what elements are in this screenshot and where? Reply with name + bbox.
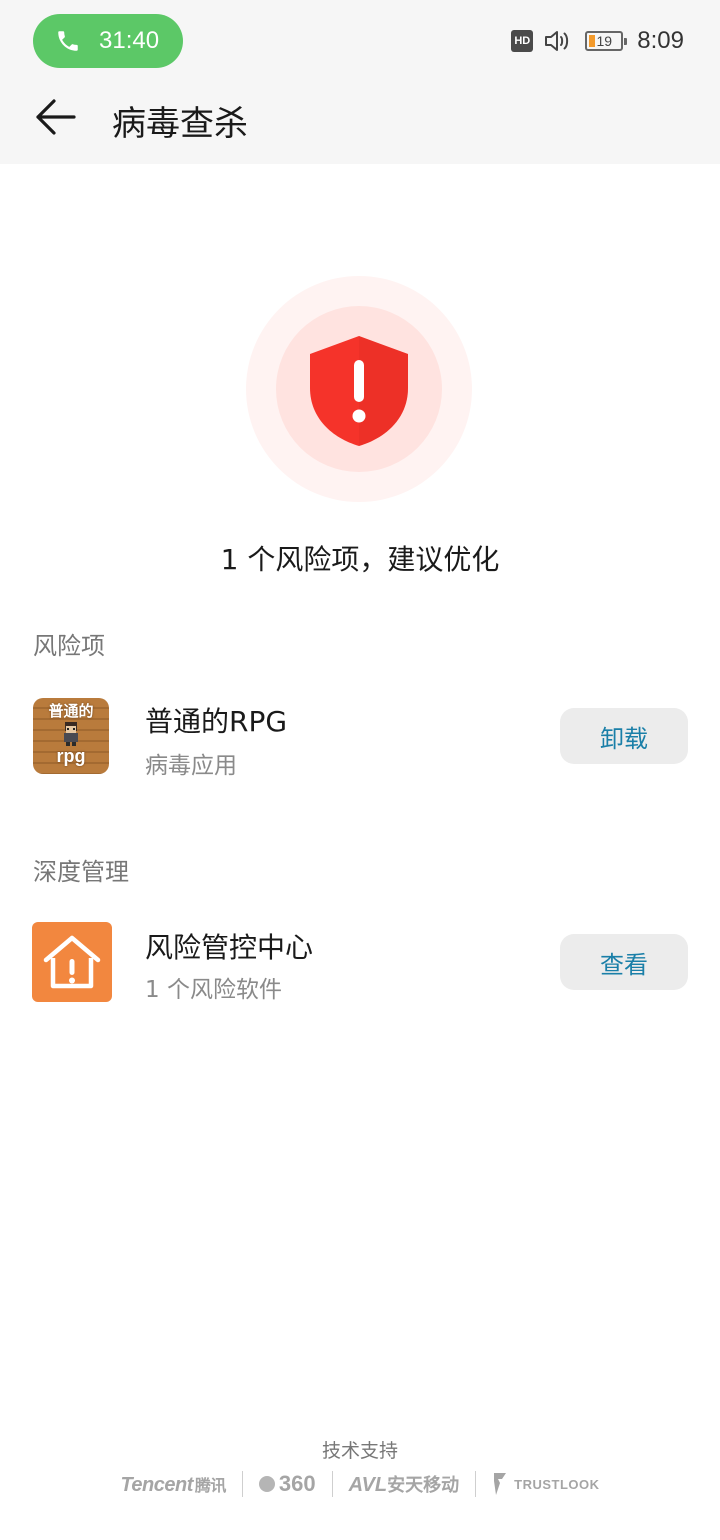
- hd-voice-icon: HD: [511, 30, 534, 52]
- trustlook-logo: TRUSTLOOK: [492, 1471, 599, 1497]
- risk-control-center-subtitle: 1 个风险软件: [145, 977, 282, 1003]
- divider: [475, 1471, 477, 1497]
- ongoing-call-pill[interactable]: 31:40: [33, 14, 183, 68]
- tech-support-label: 技术支持: [321, 1440, 398, 1462]
- scan-summary: 1 个风险项，建议优化: [220, 543, 500, 576]
- app-icon-rpg: 普通的 rpg: [33, 698, 109, 774]
- divider: [241, 1471, 243, 1497]
- risk-control-center-title: 风险管控中心: [145, 931, 314, 964]
- section-title-deep-management: 深度管理: [33, 858, 129, 886]
- phone-icon: [58, 31, 78, 51]
- clock: 8:09: [637, 27, 684, 54]
- back-arrow-icon[interactable]: [34, 98, 76, 136]
- app-icon-text-top: 普通的: [48, 702, 94, 720]
- tencent-logo: Tencent 腾讯: [120, 1473, 226, 1496]
- uninstall-button[interactable]: 卸载: [560, 708, 688, 764]
- divider: [331, 1471, 333, 1497]
- risk-control-center-icon: [32, 922, 112, 1002]
- risk-status-hero: [246, 276, 472, 502]
- risk-app-name: 普通的RPG: [145, 705, 288, 738]
- battery-icon: 19: [585, 31, 628, 51]
- volume-icon: [545, 31, 569, 51]
- logo-360: 360: [258, 1471, 316, 1497]
- app-icon-text-bottom: rpg: [56, 746, 86, 766]
- top-bar: 31:40 HD 19 8:09 病毒查杀: [0, 0, 720, 164]
- view-button[interactable]: 查看: [560, 934, 688, 990]
- house-warning-icon: [43, 935, 101, 989]
- page-title: 病毒查杀: [112, 104, 248, 144]
- call-timer: 31:40: [99, 27, 160, 54]
- section-title-risk: 风险项: [33, 632, 105, 660]
- partner-logos: Tencent 腾讯 360 AVL安天移动 TRUSTLOOK: [0, 1468, 720, 1500]
- risk-app-type: 病毒应用: [145, 753, 237, 779]
- shield-360-icon: [258, 1476, 275, 1492]
- character-sprite-icon: [64, 722, 78, 746]
- status-indicators: HD 19 8:09: [511, 26, 684, 56]
- battery-level: 19: [596, 33, 613, 49]
- warning-shield-icon: [310, 336, 408, 446]
- trustlook-mark-icon: [494, 1473, 507, 1495]
- avl-logo: AVL安天移动: [348, 1474, 460, 1496]
